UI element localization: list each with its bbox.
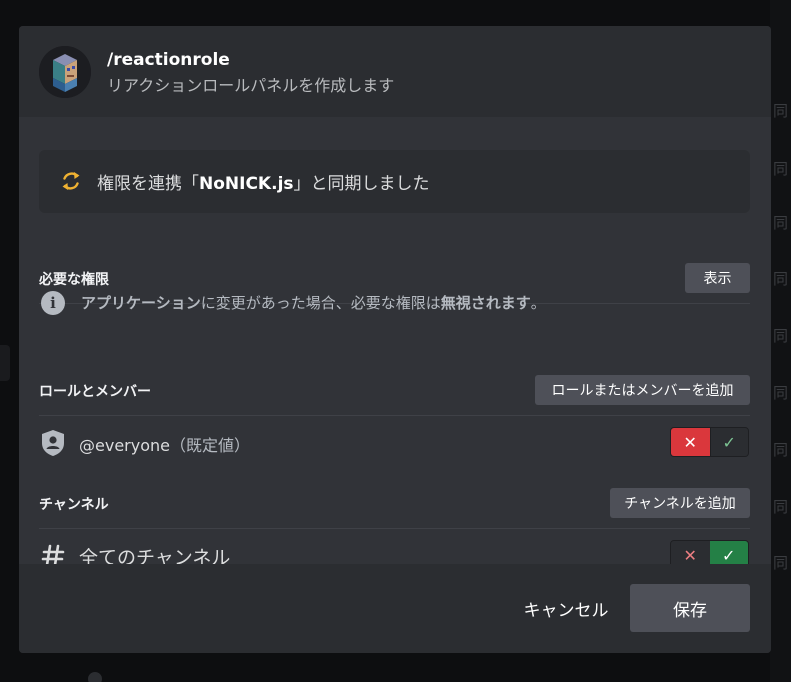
shield-role-icon	[42, 430, 64, 456]
background-text: 同	[773, 102, 789, 120]
background-user-icon	[88, 672, 102, 682]
info-text-end: 。	[530, 294, 546, 312]
role-name: @everyone	[79, 436, 170, 455]
modal-header: /reactionrole リアクションロールパネルを作成します	[19, 26, 771, 117]
command-name: /reactionrole	[107, 50, 230, 70]
save-button[interactable]: 保存	[630, 584, 750, 632]
bot-avatar-image	[39, 46, 91, 98]
background-text: 同	[773, 160, 789, 178]
modal-body: 権限を連携「NoNICK.js」と同期しました 必要な権限 表示 i アプリケー…	[19, 117, 771, 570]
command-description: リアクションロールパネルを作成します	[107, 76, 395, 95]
modal-footer: キャンセル 保存	[19, 564, 771, 653]
background-text: 同	[773, 498, 789, 516]
info-icon: i	[41, 291, 65, 315]
role-default-suffix: （既定値）	[169, 436, 250, 455]
info-app-label: アプリケーション	[81, 294, 201, 312]
channels-title: チャンネル	[39, 497, 109, 513]
permissions-info-text: アプリケーションに変更があった場合、必要な権限は無視されます。	[81, 292, 546, 313]
background-left-chip	[0, 345, 10, 381]
allow-button[interactable]: ✓	[709, 428, 748, 456]
deny-button[interactable]: ✕	[671, 428, 710, 456]
roles-members-title: ロールとメンバー	[39, 384, 151, 400]
background-text: 同	[773, 554, 789, 572]
show-permissions-button[interactable]: 表示	[685, 263, 750, 293]
sync-message: 権限を連携「NoNICK.js」と同期しました	[97, 169, 430, 194]
everyone-permission-toggle: ✕ ✓	[670, 427, 749, 457]
sync-prefix: 権限を連携「	[97, 174, 199, 194]
divider	[39, 528, 750, 529]
role-entry-everyone: @everyone（既定値）	[79, 432, 250, 456]
sync-icon	[62, 172, 80, 190]
info-text-mid: に変更があった場合、必要な権限は	[200, 294, 441, 312]
divider	[39, 415, 750, 416]
background-text: 同	[773, 384, 789, 402]
background-text: 同	[773, 214, 789, 232]
background-text: 同	[773, 441, 789, 459]
info-ignored-label: 無視されます	[440, 294, 531, 312]
integration-command-modal: /reactionrole リアクションロールパネルを作成します 権限を連携「N…	[19, 26, 771, 653]
required-permissions-title: 必要な権限	[39, 272, 109, 288]
cancel-button[interactable]: キャンセル	[506, 584, 626, 632]
add-channel-button[interactable]: チャンネルを追加	[610, 488, 750, 518]
sync-bot-name: NoNICK.js	[199, 174, 294, 194]
sync-notice: 権限を連携「NoNICK.js」と同期しました	[39, 150, 750, 213]
sync-suffix: 」と同期しました	[293, 174, 430, 194]
bot-avatar	[39, 46, 91, 98]
background-text: 同	[773, 270, 789, 288]
background-text: 同	[773, 327, 789, 345]
add-role-or-member-button[interactable]: ロールまたはメンバーを追加	[535, 375, 750, 405]
